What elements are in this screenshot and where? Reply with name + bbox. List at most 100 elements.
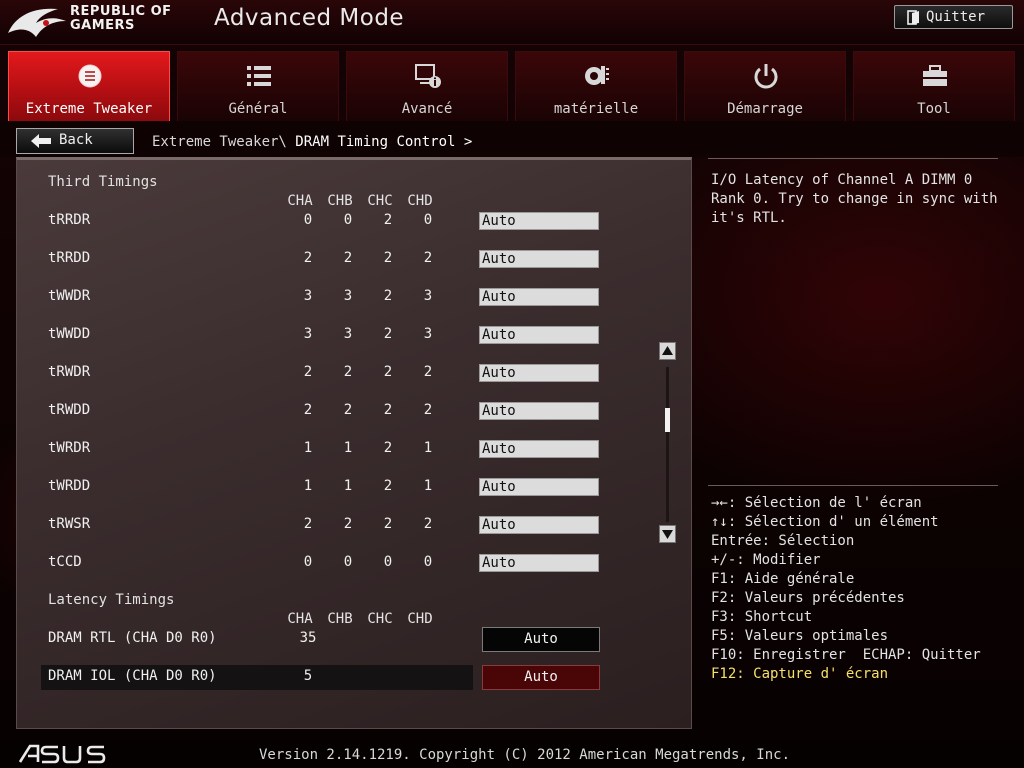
timing-value-chd: 3: [423, 288, 433, 304]
header-bar: REPUBLIC OF GAMERS Advanced Mode Quitter: [0, 0, 1024, 45]
timing-value-chc: 2: [383, 364, 393, 380]
timing-value-chb: 0: [343, 554, 353, 570]
version-text: Version 2.14.1219. Copyright (C) 2012 Am…: [259, 747, 791, 763]
latency-value-cha: 5: [303, 668, 313, 684]
timing-value-chb: 2: [343, 516, 353, 532]
timing-label: tWRDD: [48, 478, 91, 494]
key-hint: +/-: Modifier: [711, 552, 821, 568]
trwsr-input[interactable]: Auto: [479, 516, 599, 534]
timing-value-chb: 1: [343, 440, 353, 456]
tccd-input[interactable]: Auto: [479, 554, 599, 572]
quit-button[interactable]: Quitter: [894, 5, 1013, 29]
timing-value-cha: 0: [303, 554, 313, 570]
timing-value-chc: 2: [383, 288, 393, 304]
brand-text: REPUBLIC OF GAMERS: [70, 4, 172, 33]
section-title-latency-timings: Latency Timings: [48, 592, 175, 608]
column-header-chd: CHD: [407, 193, 433, 209]
timing-value-cha: 1: [303, 478, 313, 494]
scroll-down-button[interactable]: [659, 525, 676, 543]
timing-value-chc: 2: [383, 326, 393, 342]
timing-value-chd: 3: [423, 326, 433, 342]
timing-value-chd: 0: [423, 212, 433, 228]
column-header-cha: CHA: [287, 193, 313, 209]
timing-value-chb: 2: [343, 402, 353, 418]
divider: [708, 485, 998, 486]
page-title: Advanced Mode: [214, 5, 405, 31]
key-hint-highlighted: F12: Capture d' écran: [711, 666, 889, 682]
twwdd-input[interactable]: Auto: [479, 326, 599, 344]
tab-extreme-tweaker[interactable]: Extreme Tweaker: [8, 51, 170, 121]
breadcrumb: Extreme Tweaker\ DRAM Timing Control >: [152, 134, 473, 150]
timing-value-chb: 0: [343, 212, 353, 228]
timing-label: tRWDR: [48, 364, 91, 380]
trwdd-input[interactable]: Auto: [479, 402, 599, 420]
help-description: I/O Latency of Channel A DIMM 0 Rank 0. …: [711, 172, 998, 226]
timing-value-chd: 2: [423, 250, 433, 266]
twrdr-input[interactable]: Auto: [479, 440, 599, 458]
trrdr-input[interactable]: Auto: [479, 212, 599, 230]
timing-label: tCCD: [48, 554, 82, 570]
timing-value-chb: 1: [343, 478, 353, 494]
timing-label: tWRDR: [48, 440, 91, 456]
timing-value-chb: 3: [343, 288, 353, 304]
column-header-chb: CHB: [327, 611, 353, 627]
tab-hardware[interactable]: matérielle: [515, 51, 677, 121]
timing-label: tWWDR: [48, 288, 91, 304]
monitor-icon: [585, 66, 609, 85]
timing-value-chc: 2: [383, 478, 393, 494]
timing-label: tRRDD: [48, 250, 91, 266]
timing-value-cha: 3: [303, 326, 313, 342]
timing-value-chd: 1: [423, 478, 433, 494]
asus-logo-icon: [18, 744, 106, 764]
triangle-down-icon: [662, 530, 673, 539]
timing-value-chb: 2: [343, 250, 353, 266]
key-hint: F2: Valeurs précédentes: [711, 590, 905, 606]
column-header-cha: CHA: [287, 611, 313, 627]
tab-boot[interactable]: Démarrage: [684, 51, 846, 121]
timing-value-chc: 2: [383, 212, 393, 228]
timing-value-chb: 2: [343, 364, 353, 380]
scroll-up-button[interactable]: [659, 342, 676, 360]
dram-iol-button[interactable]: Auto: [482, 665, 600, 690]
timing-value-chc: 2: [383, 250, 393, 266]
timing-value-cha: 2: [303, 250, 313, 266]
key-hint: F3: Shortcut: [711, 609, 813, 625]
section-title-third-timings: Third Timings: [48, 174, 158, 190]
toolbox-icon: [923, 65, 947, 86]
dram-rtl-button[interactable]: Auto: [482, 627, 600, 652]
key-hint: →←: Sélection de l' écran: [711, 495, 922, 511]
column-header-chc: CHC: [367, 193, 393, 209]
tab-tool[interactable]: Tool: [853, 51, 1015, 121]
back-button[interactable]: Back: [16, 128, 134, 154]
timing-value-chd: 2: [423, 402, 433, 418]
key-hint: ↑↓: Sélection d' un élément: [711, 514, 939, 530]
twrdd-input[interactable]: Auto: [479, 478, 599, 496]
list-icon: [247, 66, 271, 86]
timing-value-cha: 0: [303, 212, 313, 228]
key-hint: Entrée: Sélection: [711, 533, 855, 549]
timing-label: tRWDD: [48, 402, 91, 418]
tab-advanced[interactable]: Avancé: [346, 51, 508, 121]
trwdr-input[interactable]: Auto: [479, 364, 599, 382]
divider: [708, 158, 998, 159]
key-legend: →←: Sélection de l' écran ↑↓: Sélection …: [711, 494, 981, 684]
tab-general[interactable]: Général: [177, 51, 339, 121]
timing-value-cha: 2: [303, 402, 313, 418]
scrollbar-track[interactable]: [666, 367, 669, 522]
latency-label: DRAM IOL (CHA D0 R0): [48, 668, 217, 684]
timing-value-cha: 3: [303, 288, 313, 304]
power-icon: [754, 64, 778, 89]
timing-value-chb: 3: [343, 326, 353, 342]
latency-label: DRAM RTL (CHA D0 R0): [48, 630, 217, 646]
key-hint: F10: Enregistrer ECHAP: Quitter: [711, 647, 981, 663]
arrow-left-icon: [31, 134, 51, 148]
tweaker-icon: [78, 64, 102, 88]
twwdr-input[interactable]: Auto: [479, 288, 599, 306]
advanced-icon: [415, 64, 441, 88]
trrdd-input[interactable]: Auto: [479, 250, 599, 268]
settings-panel: Third Timings CHA CHB CHC CHD tRRDR 0 0 …: [16, 157, 692, 729]
exit-icon: [907, 10, 919, 25]
scrollbar-thumb[interactable]: [665, 408, 670, 432]
timing-value-cha: 1: [303, 440, 313, 456]
timing-value-chc: 0: [383, 554, 393, 570]
